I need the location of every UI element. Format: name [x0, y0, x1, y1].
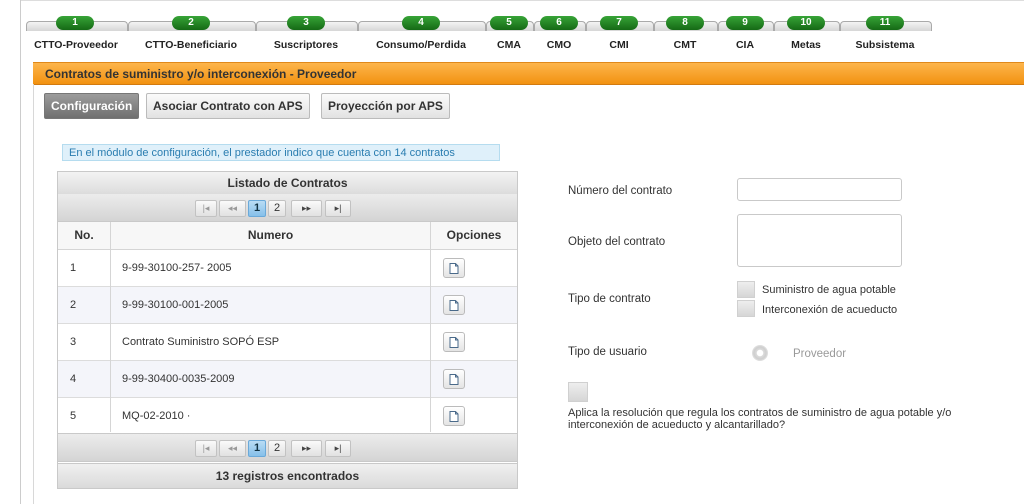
step-number: 8	[666, 16, 704, 30]
document-icon	[449, 374, 459, 385]
step-number: 1	[56, 16, 94, 30]
objeto-contrato-textarea[interactable]	[737, 214, 902, 267]
grid-title: Listado de Contratos	[58, 172, 517, 195]
column-divider	[430, 222, 431, 432]
table-row[interactable]: 1 9-99-30100-257- 2005	[58, 250, 517, 287]
step-label: Consumo/Perdida	[376, 39, 466, 51]
document-icon	[449, 263, 459, 274]
pager-top: |◂ ◂◂ 1 2 ▸▸ ▸|	[58, 194, 517, 222]
grid-header-row: No. Numero Opciones	[58, 222, 517, 250]
contract-number: 9-99-30100-001-2005	[122, 299, 229, 311]
document-icon	[449, 300, 459, 311]
proveedor-radio[interactable]	[752, 345, 768, 361]
view-contract-button[interactable]	[443, 406, 465, 426]
table-row[interactable]: 5 MQ-02-2010 ·	[58, 398, 517, 432]
view-contract-button[interactable]	[443, 258, 465, 278]
panel-title: Contratos de suministro y/o interconexió…	[45, 67, 357, 81]
first-page-button[interactable]: |◂	[195, 440, 217, 457]
aplica-resolucion-label: Aplica la resolución que regula los cont…	[568, 407, 952, 431]
step-number: 9	[726, 16, 764, 30]
column-divider	[110, 222, 111, 432]
suministro-agua-label: Suministro de agua potable	[762, 284, 896, 296]
row-number: 2	[70, 299, 77, 311]
step-number: 11	[866, 16, 904, 30]
step-label: CMO	[546, 39, 572, 51]
row-number: 4	[70, 373, 77, 385]
column-header-numero[interactable]: Numero	[111, 222, 430, 249]
step-label: Suscriptores	[273, 39, 339, 51]
step-number: 4	[402, 16, 440, 30]
step-label: CMT	[673, 39, 697, 51]
column-header-opciones[interactable]: Opciones	[431, 222, 517, 249]
step-number: 10	[787, 16, 825, 30]
next-page-button[interactable]: ▸▸	[291, 200, 322, 217]
interconexion-acueducto-label: Interconexión de acueducto	[762, 304, 898, 316]
step-label: Subsistema	[855, 39, 915, 51]
info-message: En el módulo de configuración, el presta…	[62, 144, 500, 161]
tab-configuracion[interactable]: Configuración	[44, 93, 140, 119]
step-number: 7	[600, 16, 638, 30]
suministro-agua-checkbox[interactable]	[737, 281, 755, 298]
last-page-button[interactable]: ▸|	[325, 440, 351, 457]
table-row[interactable]: 3 Contrato Suministro SOPÓ ESP	[58, 324, 517, 361]
interconexion-acueducto-checkbox[interactable]	[737, 300, 755, 317]
tipo-contrato-label: Tipo de contrato	[568, 293, 651, 305]
view-contract-button[interactable]	[443, 332, 465, 352]
contracts-grid: Listado de Contratos |◂ ◂◂ 1 2 ▸▸ ▸| No.…	[57, 171, 518, 489]
frame-top-line	[20, 0, 1024, 1]
page-2-button[interactable]: 2	[268, 440, 286, 457]
page-1-button[interactable]: 1	[248, 440, 266, 457]
table-row[interactable]: 4 9-99-30400-0035-2009	[58, 361, 517, 398]
tipo-usuario-label: Tipo de usuario	[568, 346, 647, 358]
column-header-no[interactable]: No.	[58, 222, 110, 249]
last-page-button[interactable]: ▸|	[325, 200, 351, 217]
panel-header: Contratos de suministro y/o interconexió…	[33, 62, 1024, 85]
row-number: 3	[70, 336, 77, 348]
next-page-button[interactable]: ▸▸	[291, 440, 322, 457]
document-icon	[449, 411, 459, 422]
step-label: CIA	[735, 39, 755, 51]
document-icon	[449, 337, 459, 348]
records-count: 13 registros encontrados	[58, 463, 517, 488]
row-number: 1	[70, 262, 77, 274]
step-number: 5	[490, 16, 528, 30]
step-number: 6	[540, 16, 578, 30]
prev-page-button[interactable]: ◂◂	[219, 200, 246, 217]
step-number: 2	[172, 16, 210, 30]
pager-bottom: |◂ ◂◂ 1 2 ▸▸ ▸|	[58, 433, 517, 462]
step-label: CMI	[609, 39, 629, 51]
proveedor-radio-label: Proveedor	[793, 348, 847, 360]
view-contract-button[interactable]	[443, 369, 465, 389]
numero-contrato-input[interactable]	[737, 178, 902, 201]
contract-number: 9-99-30100-257- 2005	[122, 262, 232, 274]
page-2-button[interactable]: 2	[268, 200, 286, 217]
objeto-contrato-label: Objeto del contrato	[568, 236, 666, 248]
frame-left-line	[20, 0, 21, 504]
tab-proyeccion-aps[interactable]: Proyección por APS	[321, 93, 450, 119]
contract-number: 9-99-30400-0035-2009	[122, 373, 235, 385]
step-label: CTTO-Beneficiario	[145, 39, 237, 51]
step-label: Metas	[791, 39, 821, 51]
row-number: 5	[70, 410, 77, 422]
step-number: 3	[287, 16, 325, 30]
step-label: CTTO-Proveedor	[34, 39, 118, 51]
contract-number: Contrato Suministro SOPÓ ESP	[122, 336, 280, 348]
aplica-resolucion-checkbox[interactable]	[568, 382, 588, 402]
numero-contrato-label: Número del contrato	[568, 185, 673, 197]
step-navigation: 1 CTTO-Proveedor 2 CTTO-Beneficiario 3 S…	[26, 14, 936, 51]
first-page-button[interactable]: |◂	[195, 200, 217, 217]
prev-page-button[interactable]: ◂◂	[219, 440, 246, 457]
tab-asociar-contrato[interactable]: Asociar Contrato con APS	[146, 93, 310, 119]
page-1-button[interactable]: 1	[248, 200, 266, 217]
view-contract-button[interactable]	[443, 295, 465, 315]
table-row[interactable]: 2 9-99-30100-001-2005	[58, 287, 517, 324]
contract-number: MQ-02-2010 ·	[122, 410, 191, 422]
step-label: CMA	[497, 39, 521, 51]
